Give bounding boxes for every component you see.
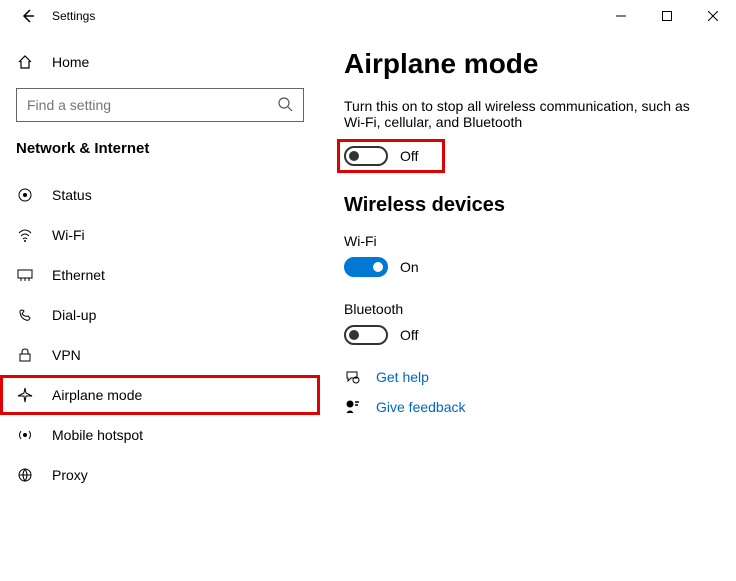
- sidebar-item-hotspot[interactable]: Mobile hotspot: [0, 415, 320, 455]
- close-icon: [708, 11, 718, 21]
- sidebar-item-proxy[interactable]: Proxy: [0, 455, 320, 495]
- airplane-toggle[interactable]: [344, 146, 388, 166]
- home-icon: [16, 54, 34, 70]
- airplane-description: Turn this on to stop all wireless commun…: [344, 98, 704, 130]
- page-title: Airplane mode: [344, 48, 712, 80]
- ethernet-icon: [16, 267, 34, 283]
- airplane-state-label: Off: [400, 148, 418, 164]
- close-button[interactable]: [690, 0, 736, 32]
- sidebar-item-label: Mobile hotspot: [52, 427, 143, 443]
- arrow-left-icon: [20, 8, 36, 24]
- sidebar-item-label: VPN: [52, 347, 81, 363]
- help-chat-icon: [344, 369, 362, 385]
- proxy-icon: [16, 467, 34, 483]
- home-link[interactable]: Home: [0, 44, 320, 80]
- wifi-label: Wi-Fi: [344, 233, 712, 249]
- sidebar-item-label: Ethernet: [52, 267, 105, 283]
- bluetooth-state-label: Off: [400, 327, 418, 343]
- bluetooth-toggle[interactable]: [344, 325, 388, 345]
- maximize-icon: [662, 11, 672, 21]
- minimize-icon: [616, 11, 626, 21]
- window-title: Settings: [48, 9, 95, 23]
- feedback-icon: [344, 399, 362, 415]
- section-header: Network & Internet: [0, 140, 320, 175]
- sidebar-item-ethernet[interactable]: Ethernet: [0, 255, 320, 295]
- hotspot-icon: [16, 427, 34, 443]
- status-icon: [16, 187, 34, 203]
- minimize-button[interactable]: [598, 0, 644, 32]
- sidebar-item-label: Dial-up: [52, 307, 96, 323]
- sidebar-item-label: Status: [52, 187, 92, 203]
- maximize-button[interactable]: [644, 0, 690, 32]
- vpn-icon: [16, 347, 34, 363]
- get-help-link[interactable]: Get help: [376, 369, 429, 385]
- wifi-state-label: On: [400, 259, 419, 275]
- sidebar-item-label: Wi-Fi: [52, 227, 85, 243]
- sidebar-item-status[interactable]: Status: [0, 175, 320, 215]
- sidebar-item-airplane[interactable]: Airplane mode: [0, 375, 320, 415]
- sidebar-item-dialup[interactable]: Dial-up: [0, 295, 320, 335]
- dialup-icon: [16, 307, 34, 323]
- wifi-toggle[interactable]: [344, 257, 388, 277]
- sidebar-item-vpn[interactable]: VPN: [0, 335, 320, 375]
- back-button[interactable]: [8, 0, 48, 32]
- sidebar-item-wifi[interactable]: Wi-Fi: [0, 215, 320, 255]
- sidebar-item-label: Proxy: [52, 467, 88, 483]
- home-label: Home: [52, 54, 89, 70]
- airplane-icon: [16, 387, 34, 403]
- search-box[interactable]: [16, 88, 304, 122]
- search-input[interactable]: [27, 97, 277, 113]
- give-feedback-link[interactable]: Give feedback: [376, 399, 466, 415]
- search-icon: [277, 96, 293, 115]
- wifi-icon: [16, 227, 34, 243]
- bluetooth-label: Bluetooth: [344, 301, 712, 317]
- sidebar-item-label: Airplane mode: [52, 387, 142, 403]
- wireless-heading: Wireless devices: [344, 194, 712, 217]
